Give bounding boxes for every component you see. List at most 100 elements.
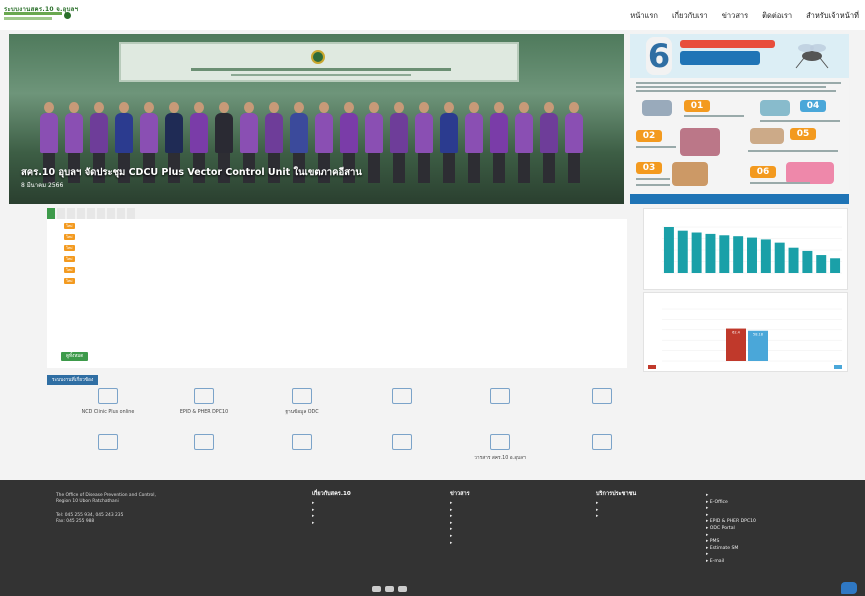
person-figure	[214, 102, 234, 202]
hero-slide[interactable]: สคร.10 อุบลฯ จัดประชุม CDCU Plus Vector …	[9, 34, 624, 204]
tab-7[interactable]	[117, 208, 125, 219]
service-link[interactable]: NCD Clinic Plus online	[60, 388, 156, 417]
person-figure	[464, 102, 484, 202]
chart-card-1	[643, 208, 848, 290]
service-link[interactable]	[452, 388, 548, 410]
youtube-icon[interactable]	[372, 586, 381, 592]
footer-link[interactable]: ▸	[450, 534, 550, 541]
service-link[interactable]	[354, 388, 450, 410]
nav-news[interactable]: ข่าวสาร	[722, 10, 748, 22]
footer-link[interactable]: ▸ E-Office	[706, 500, 816, 507]
service-link[interactable]	[156, 434, 252, 456]
service-label: ฐานข้อมูล ODC	[285, 410, 319, 415]
footer-link[interactable]: ▸	[450, 527, 550, 534]
site-logo[interactable]: ระบบงานสคร.10 จ.อุบลฯ	[4, 3, 96, 25]
footer-link[interactable]: ▸	[450, 521, 550, 528]
social-links	[372, 586, 407, 592]
service-label: EPID & PHER DPC10	[179, 410, 229, 415]
service-link[interactable]: วารสาร สคร.10 อ.อุบลฯ	[452, 434, 548, 463]
nav-home[interactable]: หน้าแรก	[630, 10, 658, 22]
footer-link[interactable]: ▸	[706, 552, 816, 559]
view-all-button[interactable]: ดูทั้งหมด	[61, 352, 89, 361]
line-icon[interactable]	[385, 586, 394, 592]
new-badge: ใหม่	[64, 223, 75, 229]
tab-4[interactable]	[87, 208, 95, 219]
footer-fax: Fax: 045 255 988	[56, 519, 95, 524]
logo-subtitle-line-2	[4, 17, 52, 20]
hero-date: 8 มีนาคม 2566	[21, 182, 64, 189]
footer-link[interactable]: ▸	[596, 514, 706, 521]
person-figure	[264, 102, 284, 202]
tab-5[interactable]	[97, 208, 105, 219]
footer-link[interactable]: ▸	[312, 514, 412, 521]
hero-caption: สคร.10 อุบลฯ จัดประชุม CDCU Plus Vector …	[21, 167, 362, 178]
nav-about[interactable]: เกี่ยวกับเรา	[672, 10, 708, 22]
footer-link[interactable]: ▸	[450, 541, 550, 548]
new-badge: ใหม่	[64, 245, 75, 251]
window-icon	[292, 434, 312, 450]
footer-link[interactable]: ▸ PMS	[706, 539, 816, 546]
tab-6[interactable]	[107, 208, 115, 219]
tab-3[interactable]	[77, 208, 85, 219]
tab-1[interactable]	[57, 208, 65, 219]
news-item[interactable]: ใหม่	[61, 267, 621, 273]
infographic-poster[interactable]: 6 01 04 02 05 03 06	[630, 34, 849, 204]
person-figure	[89, 102, 109, 202]
main-nav: หน้าแรก เกี่ยวกับเรา ข่าวสาร ติดต่อเรา ส…	[630, 10, 859, 22]
service-link[interactable]: EPID & PHER DPC10	[156, 388, 252, 417]
nav-contact[interactable]: ติดต่อเรา	[762, 10, 792, 22]
news-item[interactable]: ใหม่	[61, 245, 621, 251]
service-label: NCD Clinic Plus online	[81, 410, 135, 415]
footer-link[interactable]: ▸	[596, 508, 706, 515]
bar	[691, 232, 702, 273]
footer-link[interactable]: ▸	[312, 501, 412, 508]
service-link[interactable]	[354, 434, 450, 456]
page: ระบบงานสคร.10 จ.อุบลฯ หน้าแรก เกี่ยวกับเ…	[0, 0, 865, 596]
service-link[interactable]: ฐานข้อมูล ODC	[254, 388, 350, 417]
footer-link[interactable]: ▸	[450, 501, 550, 508]
footer-link[interactable]: ▸ ODC Portal	[706, 526, 816, 533]
service-link[interactable]	[554, 434, 650, 456]
chart-card-2: 62.4 58.18	[643, 292, 848, 372]
footer-link[interactable]: ▸	[706, 533, 816, 540]
news-item[interactable]: ใหม่	[61, 256, 621, 262]
person-figure	[389, 102, 409, 202]
footer-link[interactable]: ▸ Estimate SM	[706, 546, 816, 553]
footer-link[interactable]: ▸ E-mail	[706, 559, 816, 566]
chat-icon[interactable]	[841, 582, 857, 594]
news-item[interactable]: ใหม่	[61, 278, 621, 284]
news-item[interactable]: ใหม่	[61, 234, 621, 240]
footer-link[interactable]: ▸	[450, 508, 550, 515]
footer-link[interactable]: ▸	[706, 493, 816, 500]
footer-org: The Office of Disease Prevention and Con…	[56, 490, 216, 525]
tab-0[interactable]	[47, 208, 55, 219]
tab-2[interactable]	[67, 208, 75, 219]
footer-link[interactable]: ▸	[312, 521, 412, 528]
footer-link[interactable]: ▸ EPID & PHER DPC10	[706, 519, 816, 526]
nav-staff[interactable]: สำหรับเจ้าหน้าที่	[806, 10, 859, 22]
bar	[719, 235, 730, 273]
service-link[interactable]	[554, 388, 650, 410]
facebook-icon[interactable]	[398, 586, 407, 592]
services-header: ระบบงานที่เกี่ยวข้อง	[47, 375, 99, 385]
news-tabs	[47, 208, 627, 219]
legend-swatch	[648, 365, 656, 369]
hero-backdrop-banner	[119, 42, 519, 82]
news-item[interactable]: ใหม่	[61, 223, 621, 229]
person-figure	[514, 102, 534, 202]
footer-link[interactable]: ▸	[596, 501, 706, 508]
bar	[816, 255, 827, 273]
service-link[interactable]	[60, 434, 156, 456]
step-04: 04	[800, 100, 826, 112]
database-icon	[292, 388, 312, 404]
data-label: 62.4	[732, 331, 741, 335]
book-icon	[490, 434, 510, 450]
footer-link[interactable]: ▸	[312, 508, 412, 515]
footer-link[interactable]: ▸	[706, 506, 816, 513]
person-figure	[189, 102, 209, 202]
service-link[interactable]	[254, 434, 350, 456]
tab-8[interactable]	[127, 208, 135, 219]
new-badge: ใหม่	[64, 278, 75, 284]
footer-link[interactable]: ▸	[450, 514, 550, 521]
person-figure	[564, 102, 584, 202]
